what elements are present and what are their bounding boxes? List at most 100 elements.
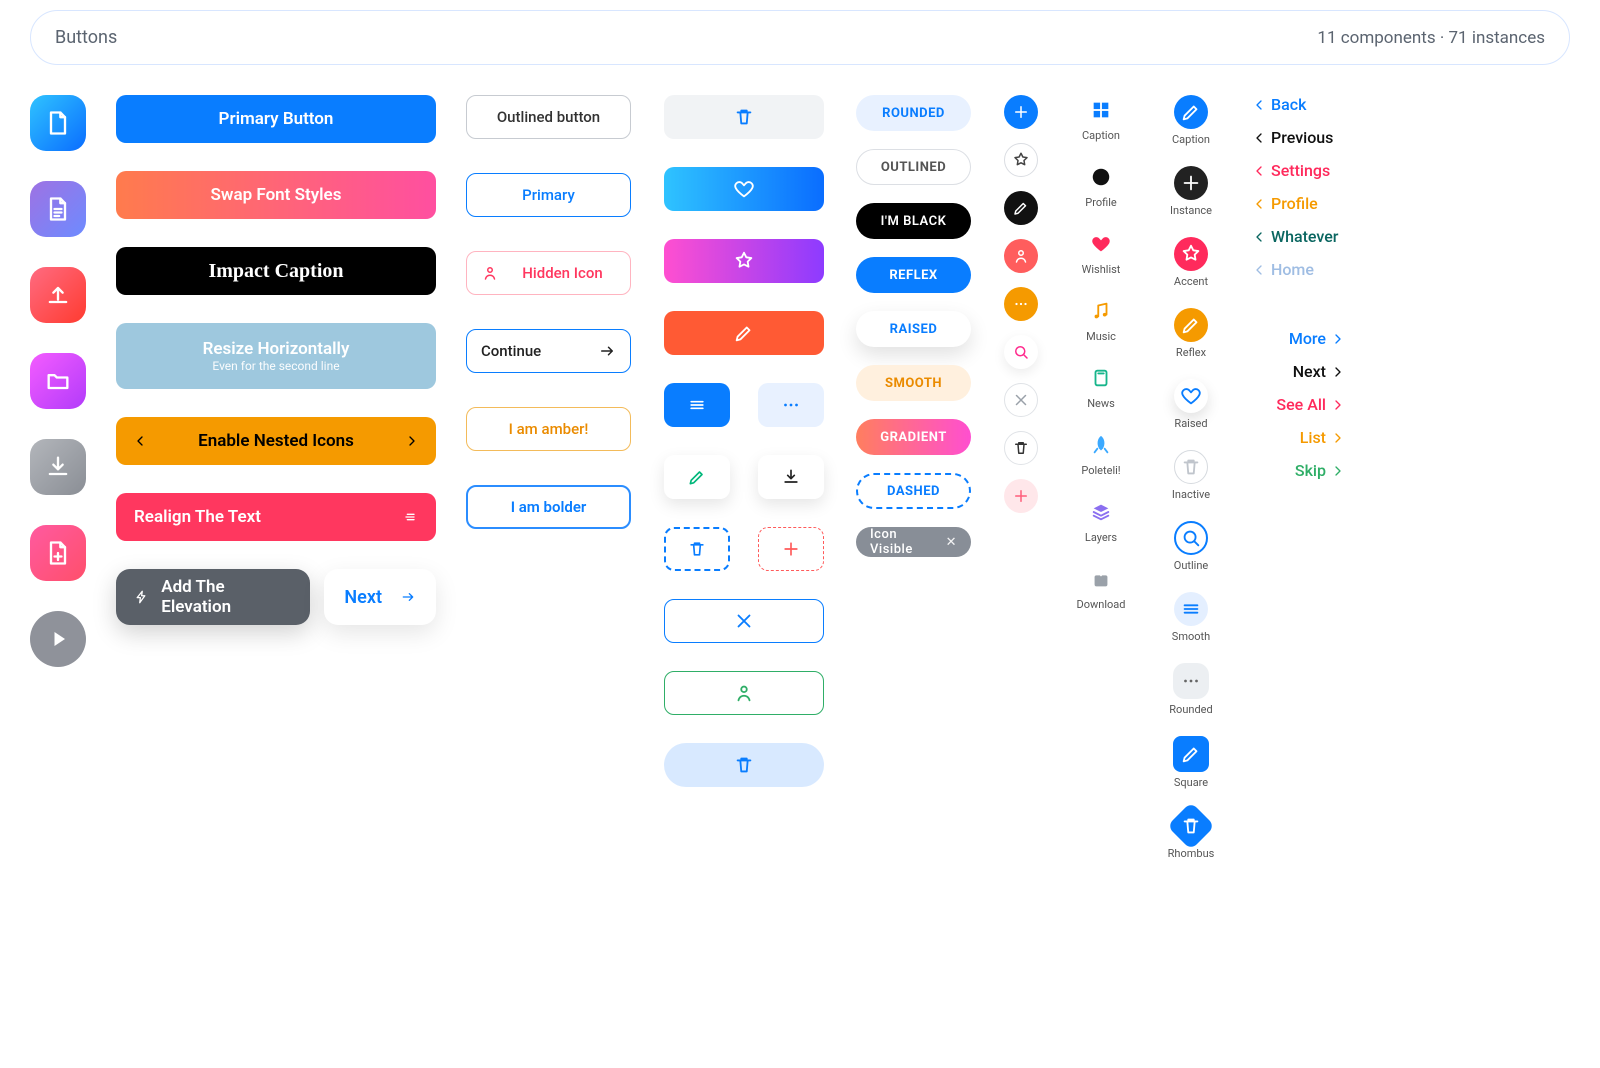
search-circle-button[interactable] xyxy=(1004,335,1038,369)
next-link[interactable]: Next xyxy=(1251,362,1346,381)
dashed-pill[interactable]: DASHED xyxy=(856,473,971,509)
back-link[interactable]: Back xyxy=(1251,95,1346,114)
settings-link[interactable]: Settings xyxy=(1251,161,1346,180)
arrow-right-icon xyxy=(400,589,416,605)
realign-button[interactable]: Realign The Text xyxy=(116,493,436,541)
whatever-link[interactable]: Whatever xyxy=(1251,227,1346,246)
reflex-item[interactable]: Reflex xyxy=(1174,308,1208,359)
layers-item[interactable]: Layers xyxy=(1085,497,1117,544)
tile-upload-icon[interactable] xyxy=(30,267,86,323)
amber-button[interactable]: I am amber! xyxy=(466,407,631,451)
rocket-item[interactable]: Poleteli! xyxy=(1081,430,1120,477)
pill-label: DASHED xyxy=(887,484,940,499)
tile-folder-icon[interactable] xyxy=(30,353,86,409)
chevron-left-icon xyxy=(1251,229,1267,245)
smooth-pill[interactable]: SMOOTH xyxy=(856,365,971,401)
home-link[interactable]: Home xyxy=(1251,260,1346,279)
trash-dashed-button[interactable] xyxy=(664,527,730,571)
caption-item[interactable]: Caption xyxy=(1082,95,1120,142)
trash-soft-button[interactable] xyxy=(664,743,824,787)
news-item[interactable]: News xyxy=(1086,363,1116,410)
outline-item[interactable]: Outline xyxy=(1174,521,1209,572)
close-outlined-button[interactable] xyxy=(664,599,824,643)
tile-file-icon[interactable] xyxy=(30,95,86,151)
add-circle-button[interactable] xyxy=(1004,95,1038,129)
star-circle-button[interactable] xyxy=(1004,143,1038,177)
favorite-bar-button[interactable] xyxy=(664,167,824,211)
star-icon xyxy=(1174,237,1208,271)
impact-caption-button[interactable]: Impact Caption xyxy=(116,247,436,295)
add-dashed-button[interactable] xyxy=(758,527,824,571)
swap-font-label: Swap Font Styles xyxy=(211,185,342,205)
caption-label: Music xyxy=(1086,330,1116,343)
outlined-pill[interactable]: OUTLINED xyxy=(856,149,971,185)
chip[interactable]: Icon Visible ✕ xyxy=(856,527,971,557)
trash-circle-button[interactable] xyxy=(1004,431,1038,465)
star-bar-button[interactable] xyxy=(664,239,824,283)
reflex-pill[interactable]: REFLEX xyxy=(856,257,971,293)
rounded-pill[interactable]: ROUNDED xyxy=(856,95,971,131)
menu-square-button[interactable] xyxy=(664,383,730,427)
tile-play-icon[interactable] xyxy=(30,611,86,667)
more-circle-button[interactable] xyxy=(1004,287,1038,321)
previous-link[interactable]: Previous xyxy=(1251,128,1346,147)
add-soft-circle-button[interactable] xyxy=(1004,479,1038,513)
outlined-button[interactable]: Outlined button xyxy=(466,95,631,139)
chip-close-icon[interactable]: ✕ xyxy=(946,535,957,550)
see-all-link[interactable]: See All xyxy=(1251,395,1346,414)
edit-bar-button[interactable] xyxy=(664,311,824,355)
trash-bar-button[interactable] xyxy=(664,95,824,139)
edit-raised-button[interactable] xyxy=(664,455,730,499)
list-link[interactable]: List xyxy=(1251,428,1346,447)
square-item[interactable]: Square xyxy=(1173,736,1209,789)
plus-icon xyxy=(1174,166,1208,200)
chevron-right-icon xyxy=(1330,331,1346,347)
gradient-pill[interactable]: GRADIENT xyxy=(856,419,971,455)
chevron-left-icon xyxy=(1251,262,1267,278)
profile-item[interactable]: Profile xyxy=(1085,162,1116,209)
accent-item[interactable]: Accent xyxy=(1174,237,1208,288)
wishlist-item[interactable]: Wishlist xyxy=(1082,229,1121,276)
swap-font-button[interactable]: Swap Font Styles xyxy=(116,171,436,219)
more-square-button[interactable] xyxy=(758,383,824,427)
more-link[interactable]: More xyxy=(1251,329,1346,348)
user-outlined-button[interactable] xyxy=(664,671,824,715)
user-circle-button[interactable] xyxy=(1004,239,1038,273)
next-button[interactable]: Next xyxy=(324,569,436,625)
pill-label: OUTLINED xyxy=(881,160,946,175)
raised-item[interactable]: Raised xyxy=(1174,379,1208,430)
elevation-button[interactable]: Add The Elevation xyxy=(116,569,310,625)
close-circle-button[interactable] xyxy=(1004,383,1038,417)
primary-outlined-label: Primary xyxy=(522,186,575,204)
primary-button[interactable]: Primary Button xyxy=(116,95,436,143)
bolder-button[interactable]: I am bolder xyxy=(466,485,631,529)
nested-icons-button[interactable]: Enable Nested Icons xyxy=(116,417,436,465)
tile-new-file-icon[interactable] xyxy=(30,525,86,581)
caption-label: Accent xyxy=(1174,275,1208,288)
black-pill[interactable]: I'M BLACK xyxy=(856,203,971,239)
primary-outlined-button[interactable]: Primary xyxy=(466,173,631,217)
rhombus-item[interactable]: Rhombus xyxy=(1168,809,1215,860)
tile-document-icon[interactable] xyxy=(30,181,86,237)
inactive-item[interactable]: Inactive xyxy=(1172,450,1210,501)
chevron-right-icon xyxy=(1330,463,1346,479)
music-item[interactable]: Music xyxy=(1086,296,1116,343)
trash-icon xyxy=(687,539,707,559)
smooth-item[interactable]: Smooth xyxy=(1172,592,1210,643)
tile-download-icon[interactable] xyxy=(30,439,86,495)
caption-label: Outline xyxy=(1174,559,1209,572)
download-raised-button[interactable] xyxy=(758,455,824,499)
raised-pill[interactable]: RAISED xyxy=(856,311,971,347)
continue-button[interactable]: Continue xyxy=(466,329,631,373)
skip-link[interactable]: Skip xyxy=(1251,461,1346,480)
instance-item[interactable]: Instance xyxy=(1170,166,1212,217)
pill-label: I'M BLACK xyxy=(881,214,947,229)
edit-circle-button[interactable] xyxy=(1004,191,1038,225)
caption-circle-item[interactable]: Caption xyxy=(1172,95,1210,146)
profile-link[interactable]: Profile xyxy=(1251,194,1346,213)
hidden-icon-button[interactable]: Hidden Icon xyxy=(466,251,631,295)
rounded-item[interactable]: Rounded xyxy=(1169,663,1212,716)
download-item[interactable]: Download xyxy=(1077,564,1126,611)
resize-button[interactable]: Resize Horizontally Even for the second … xyxy=(116,323,436,389)
panel-title: Buttons xyxy=(55,27,117,48)
